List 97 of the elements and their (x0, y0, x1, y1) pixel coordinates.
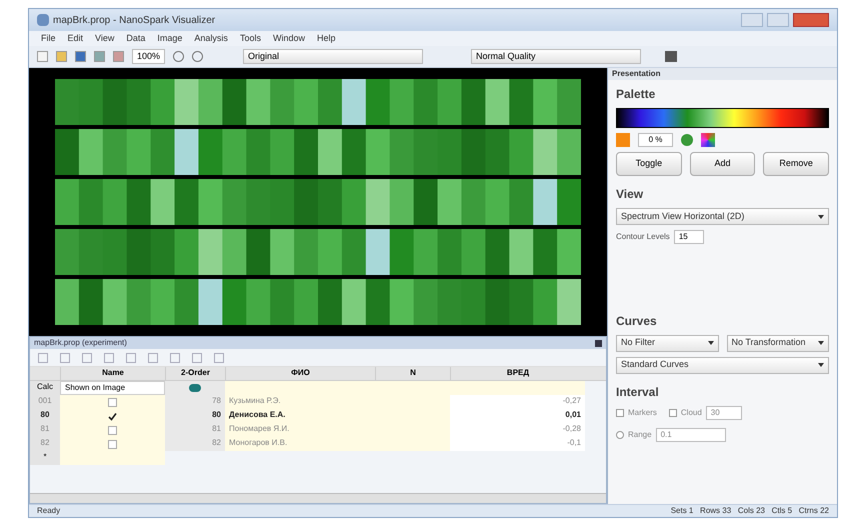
view-mode-dropdown[interactable]: Spectrum View Horizontal (2D) (616, 208, 829, 225)
app-icon (37, 14, 49, 26)
zoom-field[interactable]: 100% (132, 48, 166, 64)
menu-item[interactable]: Analysis (194, 32, 228, 46)
table-row[interactable]: 001 78 Кузьмина Р.Э. -0,27 (30, 395, 606, 409)
checkbox[interactable] (108, 398, 117, 406)
radio-button[interactable] (616, 430, 624, 438)
row-header: 82 (30, 437, 60, 451)
panel-button[interactable]: Toggle (616, 152, 682, 176)
status-counts: Sets 1 Rows 33 Cols 23 Ctls 5 Ctrns 22 (670, 505, 829, 517)
check-icon[interactable] (108, 412, 117, 420)
close-button[interactable] (793, 13, 829, 27)
menu-item[interactable]: View (95, 32, 114, 46)
row-header: 80 (30, 409, 60, 423)
row-header: 001 (30, 395, 60, 409)
menu-item[interactable]: Data (126, 32, 146, 46)
row-header: 81 (30, 423, 60, 437)
section-heading: Curves (616, 312, 658, 330)
horizontal-scrollbar[interactable] (30, 493, 606, 503)
column-header[interactable]: Name (60, 367, 165, 380)
panel-button[interactable]: Add (690, 152, 756, 176)
table-cell: -0,27 (450, 395, 585, 409)
option-label: Markers (628, 406, 657, 418)
window-title: mapBrk.prop - NanoSpark Visualizer (53, 14, 216, 28)
column-header[interactable]: ФИО (225, 367, 375, 380)
image-icon (189, 384, 201, 392)
toolbar-icon[interactable] (94, 51, 105, 62)
maximize-button[interactable] (767, 13, 789, 27)
status-text: Ready (37, 505, 60, 517)
toolbar-icon[interactable] (37, 51, 48, 62)
table-cell: -0,28 (450, 423, 585, 437)
checkbox[interactable] (108, 426, 117, 434)
menu-item[interactable]: File (41, 32, 56, 46)
table-cell: Shown on Image (60, 381, 165, 395)
table-cell: 81 (165, 423, 225, 437)
option-label: Cloud (680, 406, 702, 418)
table-row[interactable]: 81 81 Пономарев Я.И. -0,28 (30, 423, 606, 437)
column-header[interactable]: N (375, 367, 450, 380)
checkbox[interactable] (616, 408, 624, 416)
column-header[interactable]: ВРЕД (450, 367, 585, 380)
table-row[interactable]: 80 80 Денисова Е.А. 0,01 (30, 409, 606, 423)
table-cell: 80 (165, 409, 225, 423)
menu-item[interactable]: Image (157, 32, 182, 46)
toolbar-icon[interactable] (214, 352, 224, 362)
menu-item[interactable]: Tools (240, 32, 261, 46)
image-mode-dropdown[interactable]: Original (243, 48, 424, 64)
row-header: Calc (30, 381, 60, 395)
toolbar-icon[interactable] (75, 51, 86, 62)
menu-item[interactable]: Edit (68, 32, 84, 46)
transformation-dropdown[interactable]: No Transformation (726, 334, 829, 352)
toolbar-icon[interactable] (38, 352, 48, 362)
toolbar-icon[interactable] (82, 352, 92, 362)
value-spinner[interactable]: 0.1 (656, 428, 726, 442)
table-cell: 82 (165, 437, 225, 451)
section-heading: View (616, 186, 644, 203)
curves-dropdown[interactable]: Standard Curves (616, 356, 829, 374)
menu-item[interactable]: Help (316, 32, 336, 46)
table-cell: 0,01 (450, 409, 585, 423)
toolbar-icon[interactable] (148, 352, 158, 362)
section-heading: Palette (616, 86, 656, 103)
toolbar-icon[interactable] (192, 352, 202, 362)
toolbar-icon[interactable] (104, 352, 114, 362)
caret-icon (708, 341, 714, 345)
table-cell: Денисова Е.А. (225, 409, 450, 423)
rainbow-icon[interactable] (701, 133, 715, 147)
table-cell: -0,1 (450, 437, 585, 451)
table-cell: Пономарев Я.И. (225, 423, 450, 437)
table-cell: Кузьмина Р.Э. (225, 395, 450, 409)
toolbar-icon[interactable] (113, 51, 124, 62)
caret-icon (818, 363, 824, 367)
position-field[interactable]: 0 % (638, 133, 673, 147)
toolbar-icon[interactable] (126, 352, 136, 362)
table-cell: 78 (165, 395, 225, 409)
option-label: Range (628, 428, 652, 440)
toolbar-icon[interactable] (170, 352, 180, 362)
checkbox[interactable] (108, 440, 117, 448)
caret-icon (818, 214, 824, 218)
column-header[interactable]: 2-Order (165, 367, 225, 380)
section-heading: Interval (616, 384, 660, 400)
panel-title: mapBrk.prop (experiment) (34, 337, 128, 349)
contour-label: Contour Levels (616, 231, 670, 243)
caret-icon (818, 341, 824, 345)
table-row[interactable]: 82 82 Моногаров И.В. -0,1 (30, 437, 606, 451)
menu-item[interactable]: Window (272, 32, 305, 46)
panel-button[interactable]: Remove (763, 152, 830, 176)
table-cell: Моногаров И.В. (225, 437, 450, 451)
color-swatch[interactable] (616, 133, 630, 147)
quality-dropdown[interactable]: Normal Quality (471, 48, 642, 64)
filter-dropdown[interactable]: No Filter (616, 334, 718, 352)
toolbar-icon[interactable] (60, 352, 70, 362)
checkbox[interactable] (668, 408, 677, 416)
row-header: * (30, 451, 60, 465)
toolbar-icon[interactable] (56, 51, 67, 62)
panel-title: Presentation (608, 68, 837, 80)
contour-spinner[interactable]: 15 (674, 230, 704, 244)
value-spinner[interactable]: 30 (706, 406, 742, 420)
minimize-button[interactable] (741, 13, 763, 27)
